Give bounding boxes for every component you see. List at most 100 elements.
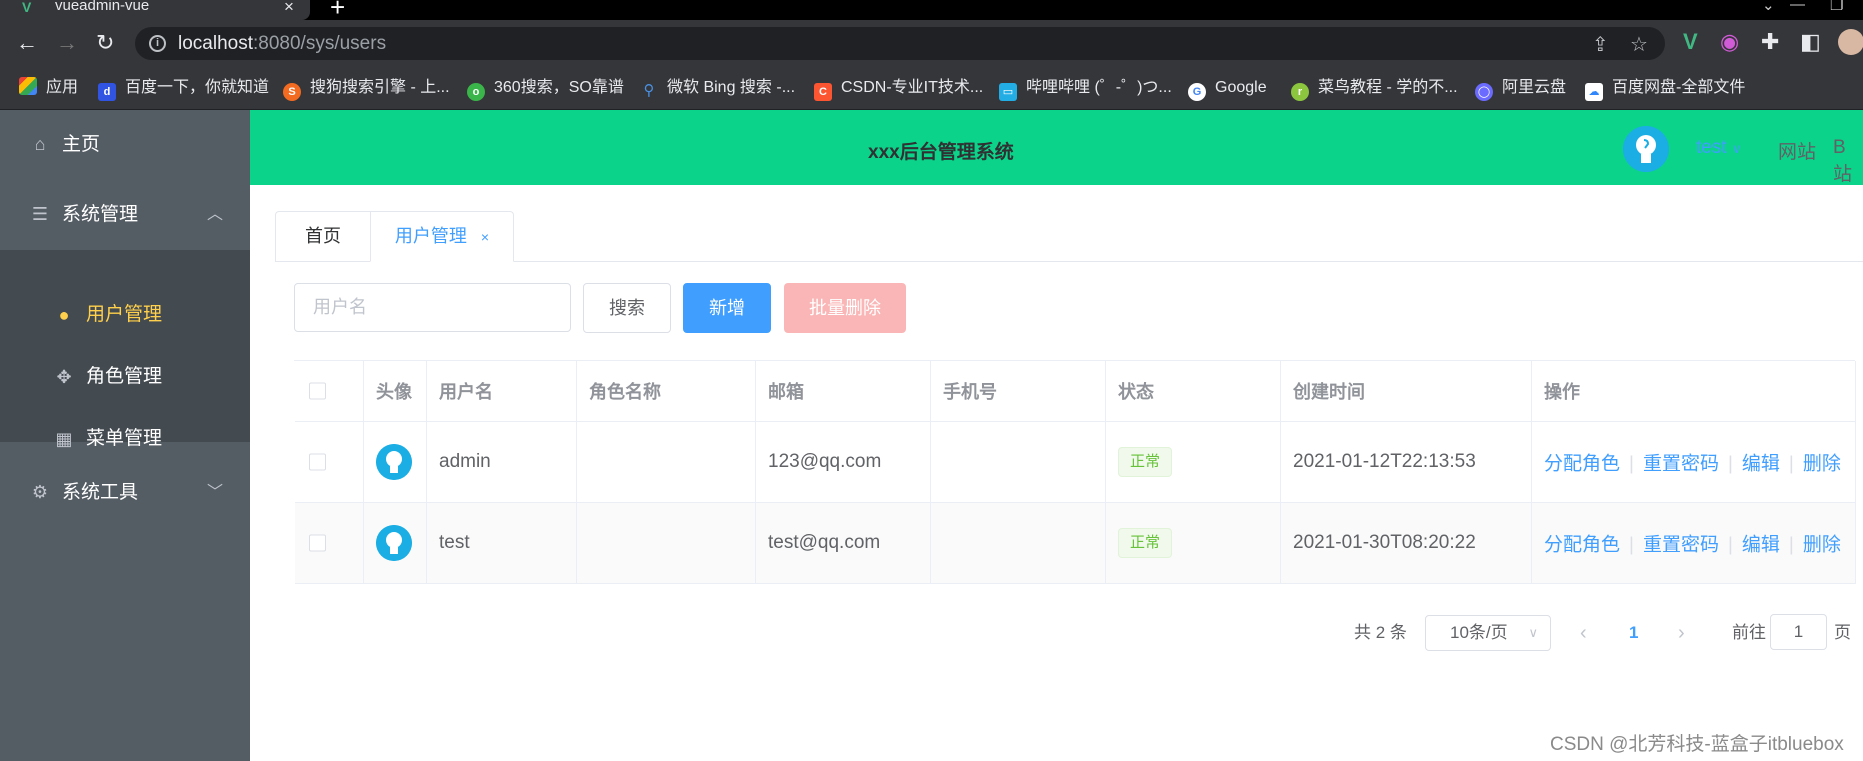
edit-link[interactable]: 编辑 — [1742, 535, 1780, 556]
watermark: CSDN @北芳科技-蓝盒子itbluebox — [1550, 734, 1844, 755]
username-cell: test — [427, 503, 577, 583]
ops-cell: 分配角色 | 重置密码 | 编辑 | 删除 — [1532, 422, 1856, 502]
sidebar-item-system-management[interactable]: ☰ 系统管理 ︿ — [0, 180, 250, 250]
forward-button[interactable]: → — [56, 32, 78, 54]
bookmark-csdn[interactable]: C CSDN-专业IT技术... — [814, 77, 983, 101]
page-title: xxx后台管理系统 — [868, 142, 1014, 163]
home-icon: ⌂ — [34, 134, 46, 154]
phone-cell — [931, 503, 1106, 583]
back-button[interactable]: ← — [16, 32, 38, 54]
google-icon: G — [1188, 83, 1206, 101]
bookmark-google[interactable]: G Google — [1188, 77, 1267, 101]
sidebar-item-role-management[interactable]: ✥ 角色管理 — [0, 347, 250, 409]
edit-link[interactable]: 编辑 — [1742, 454, 1780, 475]
column-header: 头像 — [364, 361, 427, 421]
close-icon[interactable]: × — [481, 229, 489, 245]
baidu-icon: d — [98, 83, 116, 101]
share-icon[interactable]: ⇪ — [1592, 32, 1609, 57]
address-bar[interactable]: i localhost:8080/sys/users ⇪ ☆ — [135, 27, 1665, 60]
users-table: 头像 用户名 角色名称 邮箱 手机号 状态 创建时间 操作 admin 123@… — [294, 360, 1856, 584]
bookmark-sogou[interactable]: S 搜狗搜索引擎 - 上... — [283, 77, 450, 101]
new-tab-button[interactable]: + — [330, 0, 345, 20]
tab-home[interactable]: 首页 — [275, 211, 370, 262]
extensions-puzzle-icon[interactable]: ✚ — [1761, 30, 1779, 54]
reload-button[interactable]: ↻ — [96, 32, 114, 54]
runoob-icon: r — [1291, 83, 1309, 101]
delete-link[interactable]: 删除 — [1803, 454, 1841, 475]
column-header: 操作 — [1532, 361, 1856, 421]
submenu: ● 用户管理 ✥ 角色管理 ▦ 菜单管理 — [0, 250, 250, 449]
next-page-button[interactable]: › — [1678, 615, 1685, 651]
side-panel-icon[interactable]: ◧ — [1800, 30, 1821, 54]
bookmark-aliyun-drive[interactable]: ◯ 阿里云盘 — [1475, 77, 1566, 101]
minimize-window-button[interactable]: — — [1790, 0, 1805, 13]
prev-page-button[interactable]: ‹ — [1580, 615, 1587, 651]
sidebar-item-system-tools[interactable]: ⚙ 系统工具 ﹀ — [0, 458, 250, 528]
row-checkbox[interactable] — [309, 453, 326, 471]
bookmark-baidu-pan[interactable]: ☁ 百度网盘-全部文件 — [1585, 77, 1745, 101]
assign-role-link[interactable]: 分配角色 — [1544, 454, 1620, 475]
phone-cell — [931, 422, 1106, 502]
pagination-total: 共 2 条 — [1354, 623, 1407, 642]
batch-delete-button[interactable]: 批量删除 — [784, 283, 906, 333]
delete-link[interactable]: 删除 — [1803, 535, 1841, 556]
avatar — [376, 525, 412, 561]
bookmark-runoob[interactable]: r 菜鸟教程 - 学的不... — [1291, 77, 1458, 101]
bing-icon: ⚲ — [643, 82, 655, 99]
bookmark-star-icon[interactable]: ☆ — [1630, 32, 1648, 57]
bookmark-apps[interactable]: 应用 — [19, 77, 78, 99]
close-tab-icon[interactable]: × — [284, 0, 294, 17]
column-header: 用户名 — [427, 361, 577, 421]
table-header-row: 头像 用户名 角色名称 邮箱 手机号 状态 创建时间 操作 — [295, 361, 1856, 422]
gear-icon: ⚙ — [31, 482, 49, 502]
bookmark-bilibili[interactable]: ▭ 哔哩哔哩 (゜-゜)つ... — [999, 77, 1172, 101]
baidu-pan-icon: ☁ — [1585, 83, 1603, 101]
table-row: admin 123@qq.com 正常 2021-01-12T22:13:53 … — [295, 422, 1856, 503]
extension-purple-icon[interactable]: ◉ — [1720, 30, 1739, 54]
tab-search-chevron-icon[interactable]: ⌄ — [1762, 0, 1775, 14]
sidebar-item-user-management[interactable]: ● 用户管理 — [0, 285, 250, 347]
reset-password-link[interactable]: 重置密码 — [1643, 454, 1719, 475]
assign-role-link[interactable]: 分配角色 — [1544, 535, 1620, 556]
add-button[interactable]: 新增 — [683, 283, 771, 333]
restore-window-button[interactable]: ❐ — [1830, 0, 1843, 14]
select-all-checkbox[interactable] — [309, 382, 326, 400]
apps-icon — [19, 77, 37, 95]
csdn-icon: C — [814, 83, 832, 101]
bookmark-baidu[interactable]: d 百度一下，你就知道 — [98, 77, 269, 101]
user-dropdown[interactable]: test ∨ — [1696, 137, 1741, 159]
current-page[interactable]: 1 — [1629, 615, 1638, 651]
bookmark-bing[interactable]: ⚲ 微软 Bing 搜索 -... — [640, 77, 796, 99]
divider: | — [1629, 534, 1634, 556]
username-cell: admin — [427, 422, 577, 502]
divider: | — [1629, 453, 1634, 475]
email-cell: test@qq.com — [756, 503, 931, 583]
grid-icon: ▦ — [55, 429, 73, 449]
site-info-icon[interactable]: i — [149, 35, 166, 52]
tab-user-management[interactable]: 用户管理 × — [370, 211, 514, 262]
created-cell: 2021-01-12T22:13:53 — [1281, 422, 1532, 502]
browser-tab-title: vueadmin-vue — [55, 0, 150, 14]
username-search-input[interactable] — [294, 283, 571, 332]
select-cell — [295, 422, 364, 502]
table-row: test test@qq.com 正常 2021-01-30T08:20:22 … — [295, 503, 1856, 584]
vue-devtools-icon[interactable]: V — [1683, 30, 1698, 54]
bookmark-360[interactable]: o 360搜索，SO靠谱 — [467, 77, 624, 101]
app-header: xxx后台管理系统 test ∨ 网站 B站 — [250, 110, 1863, 185]
url-text[interactable]: localhost:8080/sys/users — [178, 33, 386, 55]
bilibili-link[interactable]: B站 — [1833, 137, 1863, 186]
search-button[interactable]: 搜索 — [583, 283, 671, 333]
browser-tab[interactable]: V vueadmin-vue × — [0, 0, 310, 20]
status-badge: 正常 — [1118, 447, 1173, 477]
reset-password-link[interactable]: 重置密码 — [1643, 535, 1719, 556]
goto-page-input[interactable]: 1 — [1770, 614, 1827, 650]
row-checkbox[interactable] — [309, 534, 326, 552]
page-size-select[interactable]: 10条/页 ∨ — [1425, 615, 1551, 651]
sidebar-item-home[interactable]: ⌂ 主页 — [0, 110, 250, 180]
avatar[interactable] — [1623, 126, 1669, 172]
chevron-down-icon: ﹀ — [207, 484, 224, 501]
website-link[interactable]: 网站 — [1778, 137, 1816, 164]
divider: | — [1788, 453, 1794, 475]
profile-avatar[interactable] — [1838, 29, 1863, 55]
sidebar-item-label: 角色管理 — [86, 366, 163, 387]
